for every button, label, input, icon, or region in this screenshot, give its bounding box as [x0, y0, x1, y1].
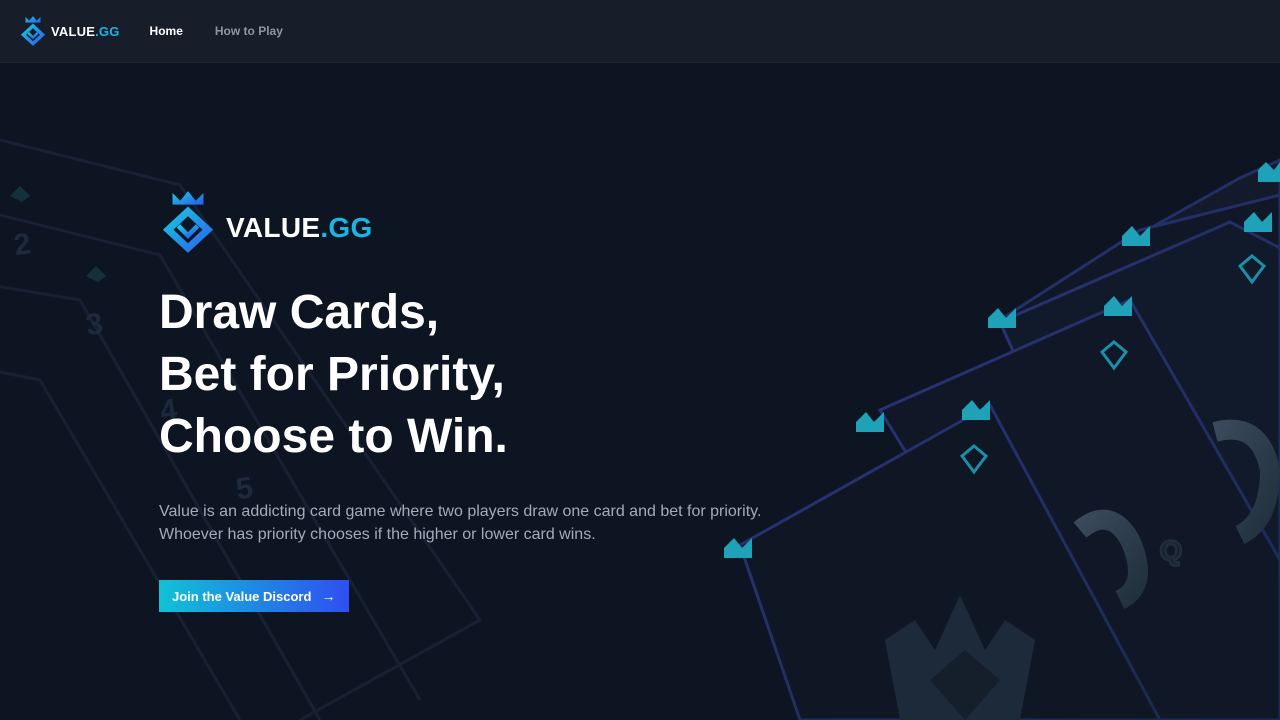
- nav-logo[interactable]: VALUE .GG: [19, 15, 120, 47]
- hero-title: Draw Cards, Bet for Priority, Choose to …: [159, 282, 799, 468]
- value-logo-icon: [20, 16, 46, 46]
- nav-logo-word: VALUE: [51, 23, 96, 39]
- value-logo-icon: [162, 191, 214, 253]
- left-card-rank-2: 3: [84, 307, 105, 342]
- nav-link-home[interactable]: Home: [150, 24, 183, 38]
- hero-title-line-2: Bet for Priority,: [159, 348, 505, 401]
- right-card-rank: Q: [1160, 535, 1182, 566]
- hero-logo-suffix: .GG: [320, 212, 373, 243]
- hero-description-line-1: Value is an addicting card game where tw…: [159, 503, 762, 520]
- hero-description-line-2: Whoever has priority chooses if the high…: [159, 526, 596, 543]
- left-card-rank-1: 2: [12, 227, 33, 262]
- hero-description: Value is an addicting card game where tw…: [159, 500, 799, 546]
- hero-logo-word: VALUE: [226, 212, 321, 243]
- nav-link-how-to-play[interactable]: How to Play: [215, 24, 283, 38]
- nav-logo-suffix: .GG: [95, 23, 120, 39]
- top-nav: VALUE .GG Home How to Play: [0, 0, 1280, 63]
- arrow-right-icon: →: [321, 588, 336, 604]
- hero-title-line-1: Draw Cards,: [159, 286, 440, 339]
- hero-logo: VALUE .GG: [159, 188, 799, 256]
- join-discord-label: Join the Value Discord: [172, 588, 312, 604]
- join-discord-button[interactable]: Join the Value Discord →: [159, 580, 350, 612]
- hero: VALUE .GG Draw Cards, Bet for Priority, C…: [159, 188, 799, 612]
- hero-title-line-3: Choose to Win.: [159, 410, 508, 463]
